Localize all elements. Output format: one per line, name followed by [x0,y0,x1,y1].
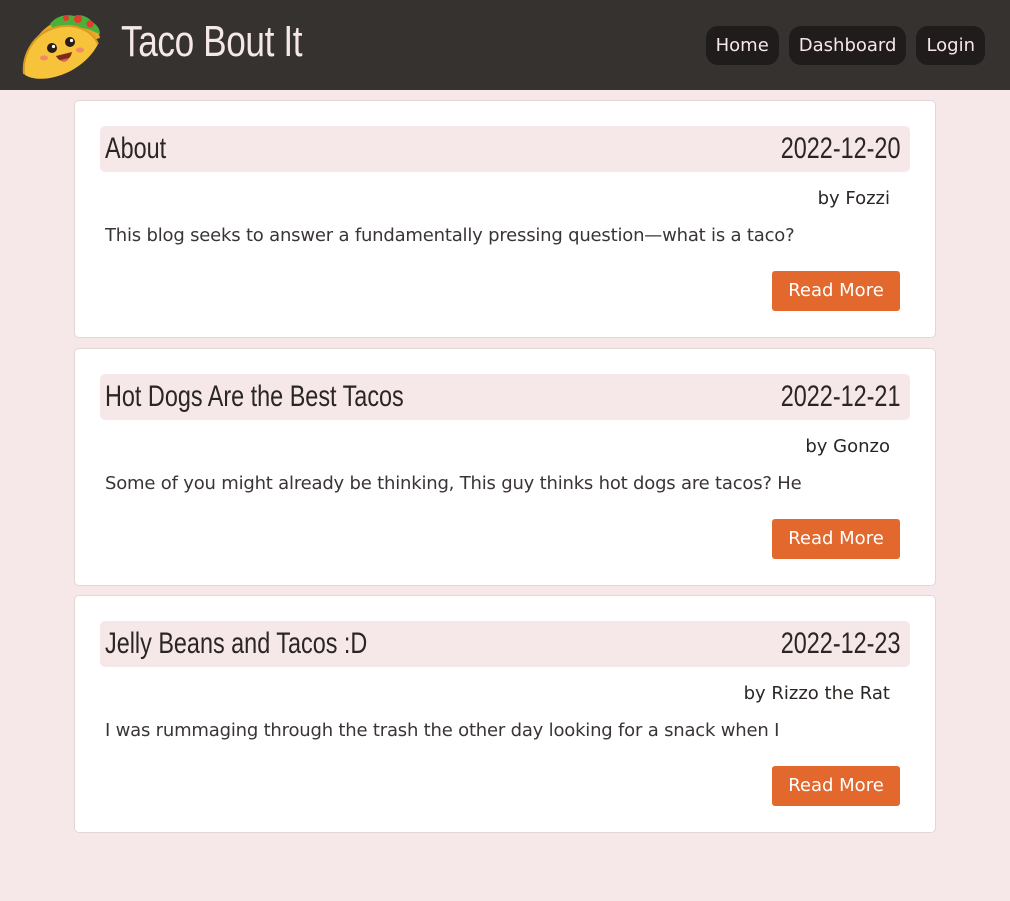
post-header: Jelly Beans and Tacos :D 2022-12-23 [100,621,910,667]
post-excerpt: Some of you might already be thinking, T… [105,473,802,494]
post-date: 2022-12-23 [780,627,900,660]
post-author: by Gonzo [805,436,890,457]
post-card: Jelly Beans and Tacos :D 2022-12-23 by R… [74,595,936,833]
post-card: About 2022-12-20 by Fozzi This blog seek… [74,100,936,338]
nav-login-button[interactable]: Login [916,26,985,65]
main-nav: Home Dashboard Login [696,26,985,65]
post-card: Hot Dogs Are the Best Tacos 2022-12-21 b… [74,348,936,586]
site-title[interactable]: Taco Bout It [121,14,302,70]
post-excerpt: This blog seeks to answer a fundamentall… [105,225,795,246]
read-more-button[interactable]: Read More [772,519,900,559]
post-header: About 2022-12-20 [100,126,910,172]
read-more-button[interactable]: Read More [772,766,900,806]
post-title: About [105,132,167,165]
post-date: 2022-12-21 [780,380,900,413]
post-author: by Rizzo the Rat [743,683,890,704]
site-header: Taco Bout It Home Dashboard Login [0,0,1010,90]
post-date: 2022-12-20 [780,132,900,165]
post-author: by Fozzi [817,188,890,209]
post-excerpt: I was rummaging through the trash the ot… [105,720,780,741]
post-title: Hot Dogs Are the Best Tacos [105,380,404,413]
taco-icon[interactable] [20,10,102,80]
post-header: Hot Dogs Are the Best Tacos 2022-12-21 [100,374,910,420]
nav-dashboard-button[interactable]: Dashboard [788,26,907,65]
nav-home-button[interactable]: Home [705,26,779,65]
post-title: Jelly Beans and Tacos :D [105,627,368,660]
read-more-button[interactable]: Read More [772,271,900,311]
